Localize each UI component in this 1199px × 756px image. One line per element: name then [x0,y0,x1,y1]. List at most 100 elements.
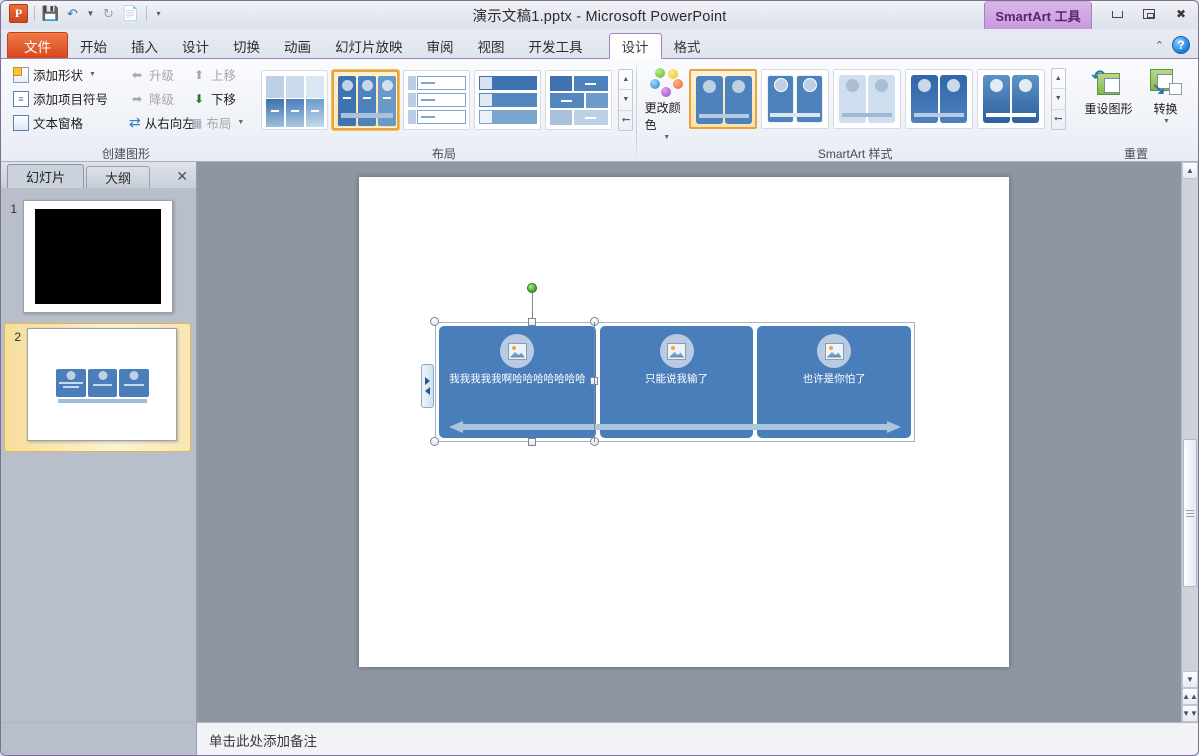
slide-thumbnail-item[interactable]: 1 [1,196,196,323]
style-gallery-item[interactable] [904,69,973,129]
convert-button[interactable]: ↘ 转换 ▼ [1139,65,1192,125]
command-text-pane[interactable]: 文本窗格 [9,112,125,133]
picture-placeholder-icon[interactable] [817,334,852,368]
command-demote[interactable]: ➡ 降级 [125,88,187,109]
slide-surface[interactable]: 我我我我我啊哈哈哈哈哈哈哈 只能说我输了 也许是你怕了 [359,177,1009,667]
double-headed-arrow-icon [449,421,901,433]
command-move-down[interactable]: ⬇ 下移 [187,88,245,109]
reset-graphic-button[interactable]: ↶ 重设图形 [1082,65,1135,117]
tab-smartart-format[interactable]: 格式 [662,33,713,58]
collapse-ribbon-icon[interactable]: ⌃ [1155,39,1164,52]
restore-button[interactable] [1138,5,1160,23]
command-label: 添加项目符号 [33,93,109,107]
layout-gallery-item[interactable] [545,70,613,130]
tab-transitions[interactable]: 切换 [221,33,272,58]
notes-spacer [1,723,197,755]
close-panel-icon[interactable]: ✕ [176,168,188,185]
tab-slides[interactable]: 幻灯片 [7,164,85,188]
tab-animations[interactable]: 动画 [272,33,323,58]
gallery-expand-icon[interactable]: ▾━ [1052,110,1065,129]
command-label: 文本窗格 [33,117,84,131]
text-pane-toggle[interactable] [421,364,434,408]
help-icon[interactable]: ? [1172,36,1190,54]
gallery-scroll-up-icon[interactable]: ▲ [619,70,633,91]
command-label: 降级 [149,93,175,107]
layout-gallery-item[interactable] [474,70,542,130]
minimize-button[interactable] [1106,5,1128,23]
chevron-down-icon[interactable]: ▼ [237,119,244,126]
contextual-tab-group-label: SmartArt 工具 [984,1,1092,29]
notes-pane: 单击此处添加备注 [1,722,1198,755]
slide-thumbnail-1[interactable] [23,200,173,313]
command-add-shape[interactable]: 添加形状 ▼ [9,64,125,85]
chevron-down-icon[interactable]: ▼ [89,71,96,78]
command-move-up[interactable]: ⬆ 上移 [187,64,245,85]
selection-handle-top-left[interactable] [430,317,439,326]
smartart-panel-text[interactable]: 只能说我输了 [639,373,714,386]
slide-thumbnail-item-selected[interactable]: 2 [4,323,191,452]
smartart-panel-text[interactable]: 也许是你怕了 [797,373,872,386]
command-layout[interactable]: ▦ 布局 ▼ [187,112,245,133]
change-colors-button[interactable]: 更改颜色 ▼ [645,65,687,141]
previous-slide-button[interactable]: ▲▲ [1182,688,1198,705]
expand-text-pane-icon [425,377,430,385]
slide-canvas[interactable]: 我我我我我啊哈哈哈哈哈哈哈 只能说我输了 也许是你怕了 [197,162,1181,722]
layout-gallery-item[interactable] [261,70,329,130]
command-promote[interactable]: ⬅ 升级 [125,64,187,85]
color-palette-icon [649,68,683,98]
smartart-graphic[interactable]: 我我我我我啊哈哈哈哈哈哈哈 只能说我输了 也许是你怕了 [421,283,915,446]
rotation-handle[interactable] [527,283,537,293]
slide-thumbnail-list[interactable]: 1 2 [1,188,196,722]
group-title-reset: 重置 [1123,147,1148,161]
tab-view[interactable]: 视图 [466,33,517,58]
contextual-tabs: 设计 格式 [608,33,713,59]
vertical-scrollbar[interactable]: ▲ ▼ ▲▲ ▼▼ [1181,162,1198,722]
tab-file[interactable]: 文件 [7,32,68,58]
tab-design[interactable]: 设计 [170,33,221,58]
tab-outline[interactable]: 大纲 [86,166,151,188]
command-add-bullet[interactable]: 添加项目符号 [9,88,125,109]
slide-panel-tabs: 幻灯片 大纲 ✕ [1,162,196,188]
slide-thumbnail-2[interactable] [27,328,177,441]
scroll-thumb[interactable] [1183,439,1197,587]
picture-placeholder-icon[interactable] [659,334,694,368]
layout-gallery-item-selected[interactable] [332,70,400,130]
ribbon-group-layouts: ▲ ▼ ▾━ 布局 [251,59,636,162]
layouts-gallery: ▲ ▼ ▾━ [259,66,635,134]
gallery-expand-icon[interactable]: ▾━ [619,111,632,130]
slide-number: 1 [10,202,17,216]
command-right-to-left[interactable]: ⇄ 从右向左 [125,112,195,133]
scroll-down-button[interactable]: ▼ [1182,671,1198,688]
layout-gallery-item[interactable] [403,70,471,130]
next-slide-button[interactable]: ▼▼ [1182,705,1198,722]
notes-placeholder[interactable]: 单击此处添加备注 [197,723,1198,755]
chevron-down-icon[interactable]: ▼ [1163,118,1170,125]
group-title-create-graphic: 创建图形 [101,147,150,161]
scroll-track[interactable] [1182,179,1198,671]
picture-placeholder-icon[interactable] [500,334,535,368]
close-button[interactable]: ✖ [1170,5,1192,23]
gallery-scroll-up-icon[interactable]: ▲ [1051,69,1065,90]
style-gallery-item[interactable] [832,69,901,129]
demote-icon: ➡ [131,91,143,106]
ribbon-group-create-graphic: 添加形状 ▼ 添加项目符号 文本窗格 ⬅ 升级 [1,59,251,162]
tab-insert[interactable]: 插入 [119,33,170,58]
powerpoint-window: P 💾 ↶ ▼ ↻ 📄 ▾ 演示文稿1.pptx - Microsoft Pow… [0,0,1199,756]
selection-handle-bottom-center-left[interactable] [528,438,536,446]
tab-home[interactable]: 开始 [68,33,119,58]
tab-developer[interactable]: 开发工具 [517,33,595,58]
style-gallery-item[interactable] [760,69,829,129]
tab-slideshow[interactable]: 幻灯片放映 [323,33,415,58]
tab-review[interactable]: 审阅 [415,33,466,58]
style-gallery-item[interactable] [976,69,1045,129]
selection-handle-top-center-left[interactable] [528,318,536,326]
smartart-panel-text[interactable]: 我我我我我啊哈哈哈哈哈哈哈 [443,373,592,386]
style-gallery-item-selected[interactable] [688,69,757,129]
scroll-grip-icon [1186,509,1194,517]
gallery-scroll-down-icon[interactable]: ▼ [619,90,633,111]
tab-smartart-design[interactable]: 设计 [608,33,662,59]
selection-handle-bottom-left[interactable] [430,437,439,446]
gallery-scroll-down-icon[interactable]: ▼ [1051,89,1065,110]
chevron-down-icon[interactable]: ▼ [663,134,670,141]
scroll-up-button[interactable]: ▲ [1182,162,1198,179]
